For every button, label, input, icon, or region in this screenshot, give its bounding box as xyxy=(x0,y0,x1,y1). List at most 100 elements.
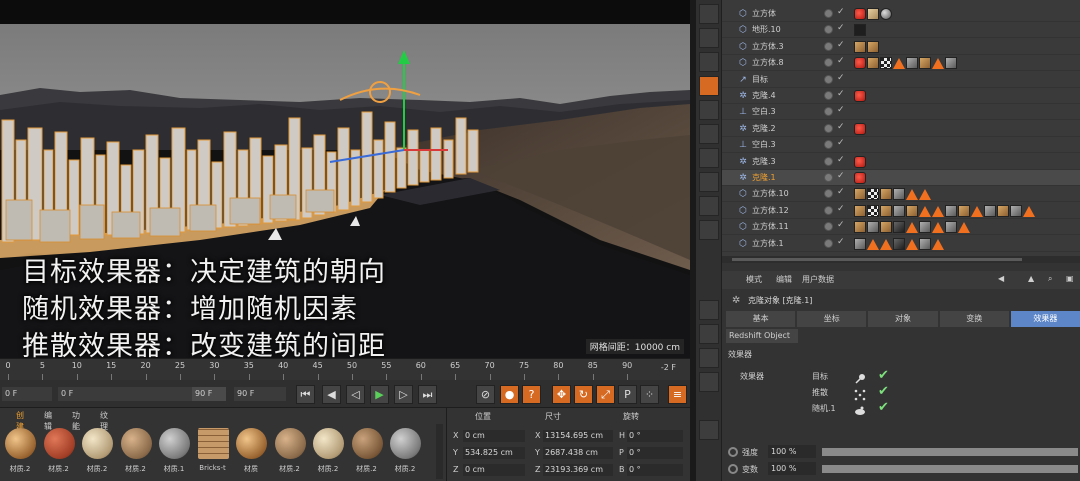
goto-start-button[interactable]: ⏮ xyxy=(296,385,315,404)
redshift-object-tab[interactable]: Redshift Object xyxy=(726,329,798,343)
cloner-tag-icon[interactable] xyxy=(854,155,866,168)
phong-tag-icon[interactable] xyxy=(906,222,918,234)
key-pla-button[interactable]: ⁘ xyxy=(640,385,659,404)
phong-tag-icon[interactable] xyxy=(971,205,983,217)
strip-tool-button[interactable] xyxy=(699,28,719,48)
coord-position-field[interactable]: 0 cm xyxy=(463,464,525,476)
timeline-ruler[interactable]: -2 F 0 5 10 15 20 25 30 35 40 45 50 55 60 65 70 75 80 85 9… xyxy=(0,358,690,380)
material-tag-icon[interactable] xyxy=(919,57,931,70)
object-name[interactable]: 克隆.3 xyxy=(752,156,776,167)
object-name[interactable]: 空白.3 xyxy=(752,106,776,117)
material-tag-icon[interactable] xyxy=(880,221,892,234)
timeline-button[interactable]: ≡ xyxy=(668,385,687,404)
phong-tag-icon[interactable] xyxy=(958,222,970,234)
attribute-tab[interactable]: 效果器 xyxy=(1010,311,1080,327)
material-tag-icon[interactable] xyxy=(1010,204,1022,217)
effector-list-item[interactable]: 目标 ✔ xyxy=(812,368,952,384)
cloner-tag-icon[interactable] xyxy=(854,57,866,70)
strip-tool-button[interactable] xyxy=(699,124,719,144)
visibility-dot-icon[interactable] xyxy=(824,25,833,35)
material-swatch[interactable]: 材质.2 xyxy=(272,426,308,478)
attr-menu-edit[interactable]: 编辑 xyxy=(776,274,792,285)
back-arrow-icon[interactable]: ◀ xyxy=(998,274,1004,283)
enable-check-icon[interactable]: ✓ xyxy=(837,73,845,83)
strip-tool-button[interactable] xyxy=(699,100,719,120)
material-tag-icon[interactable] xyxy=(854,188,866,201)
object-row[interactable]: ✲ 克隆.1 ✓ xyxy=(722,170,1080,186)
object-row[interactable]: ⬡ 立方体.8 ✓ xyxy=(722,55,1080,72)
enable-check-icon[interactable]: ✓ xyxy=(837,138,845,148)
visibility-dot-icon[interactable] xyxy=(824,189,833,199)
material-swatch[interactable]: Bricks-t xyxy=(195,426,231,478)
coord-size-field[interactable]: 23193.369 cm xyxy=(543,464,613,476)
record-key-button[interactable]: ⊘ xyxy=(476,385,495,404)
material-swatch[interactable]: 材质 xyxy=(233,426,269,478)
visibility-dot-icon[interactable] xyxy=(824,156,833,166)
effector-list-item[interactable]: 随机.1 ✔ xyxy=(812,400,952,416)
search-icon[interactable]: ⌕ xyxy=(1048,274,1052,284)
enable-check-icon[interactable]: ✓ xyxy=(837,40,845,50)
strip-tool-button[interactable] xyxy=(699,172,719,192)
strip-tool-button[interactable] xyxy=(699,148,719,168)
phong-tag-icon[interactable] xyxy=(919,205,931,217)
enable-check-icon[interactable]: ✓ xyxy=(837,220,845,230)
visibility-dot-icon[interactable] xyxy=(824,173,833,182)
visibility-dot-icon[interactable] xyxy=(824,123,833,133)
end-frame-field[interactable]: 90 F xyxy=(234,387,286,401)
object-row[interactable]: ⬡ 立方体.12 ✓ xyxy=(722,203,1080,219)
animate-radio-icon[interactable] xyxy=(728,447,738,457)
material-swatch[interactable]: 材质.2 xyxy=(79,426,115,478)
phong-tag-icon[interactable] xyxy=(1023,205,1035,217)
range-end-handle[interactable]: 90 F xyxy=(192,387,226,401)
object-name[interactable]: 立方体.8 xyxy=(752,57,784,68)
phong-tag-icon[interactable] xyxy=(932,58,944,70)
attr-menu-mode[interactable]: 模式 xyxy=(746,274,762,285)
material-scrollbar[interactable] xyxy=(436,424,443,479)
attribute-tab[interactable]: 对象 xyxy=(868,311,938,327)
phong-tag-icon[interactable] xyxy=(893,58,905,70)
coord-rotation-field[interactable]: 0 ° xyxy=(627,430,683,442)
material-tag-icon[interactable] xyxy=(945,204,957,217)
field-slider[interactable] xyxy=(822,465,1078,473)
visibility-dot-icon[interactable] xyxy=(824,107,833,117)
object-name[interactable]: 目标 xyxy=(752,74,768,85)
material-tag-icon[interactable] xyxy=(919,237,931,250)
object-row[interactable]: ✲ 克隆.3 ✓ xyxy=(722,154,1080,170)
prev-key-button[interactable]: ◀ xyxy=(322,385,341,404)
material-tag-icon[interactable] xyxy=(854,221,866,234)
3d-viewport[interactable]: 目标效果器：决定建筑的朝向 随机效果器：增加随机因素 推散效果器：改变建筑的间距… xyxy=(0,0,690,358)
material-tag-icon[interactable] xyxy=(893,221,905,234)
object-name[interactable]: 立方体 xyxy=(752,8,776,19)
phong-tag-icon[interactable] xyxy=(932,222,944,234)
material-tag-icon[interactable] xyxy=(906,57,918,70)
material-tag-icon[interactable] xyxy=(906,204,918,217)
object-row[interactable]: ✲ 克隆.4 ✓ xyxy=(722,88,1080,104)
material-swatch[interactable]: 材质.2 xyxy=(41,426,77,478)
phong-tag-icon[interactable] xyxy=(906,238,918,250)
visibility-dot-icon[interactable] xyxy=(824,222,833,232)
material-swatch[interactable]: 材质.2 xyxy=(118,426,154,478)
coord-size-field[interactable]: 13154.695 cm xyxy=(543,430,613,442)
enable-check-icon[interactable]: ✓ xyxy=(837,171,845,181)
strip-tool-button[interactable] xyxy=(699,420,719,440)
material-tag-icon[interactable] xyxy=(854,40,866,53)
object-manager-scrollbar[interactable] xyxy=(722,256,1080,263)
object-name[interactable]: 地形.10 xyxy=(752,24,781,35)
enabled-check-icon[interactable]: ✔ xyxy=(878,400,889,415)
attribute-tab[interactable]: 坐标 xyxy=(797,311,867,327)
material-tag-icon[interactable] xyxy=(945,221,957,234)
coord-rotation-field[interactable]: 0 ° xyxy=(627,464,683,476)
phong-tag-icon[interactable] xyxy=(867,238,879,250)
object-row[interactable]: ⬡ 立方体.11 ✓ xyxy=(722,219,1080,236)
object-row[interactable]: ⊥ 空白.3 ✓ xyxy=(722,104,1080,121)
object-row[interactable]: ⬡ 地形.10 ✓ xyxy=(722,22,1080,39)
material-tag-icon[interactable] xyxy=(945,57,957,70)
key-rotation-button[interactable]: ↻ xyxy=(574,385,593,404)
object-row[interactable]: ⬡ 立方体.1 ✓ xyxy=(722,236,1080,252)
visibility-dot-icon[interactable] xyxy=(824,41,833,51)
enable-check-icon[interactable]: ✓ xyxy=(837,155,845,165)
keyframe-selection-button[interactable]: ? xyxy=(522,385,541,404)
material-tag-icon[interactable] xyxy=(893,188,905,201)
coord-size-field[interactable]: 2687.438 cm xyxy=(543,447,613,459)
strip-tool-button[interactable] xyxy=(699,4,719,24)
